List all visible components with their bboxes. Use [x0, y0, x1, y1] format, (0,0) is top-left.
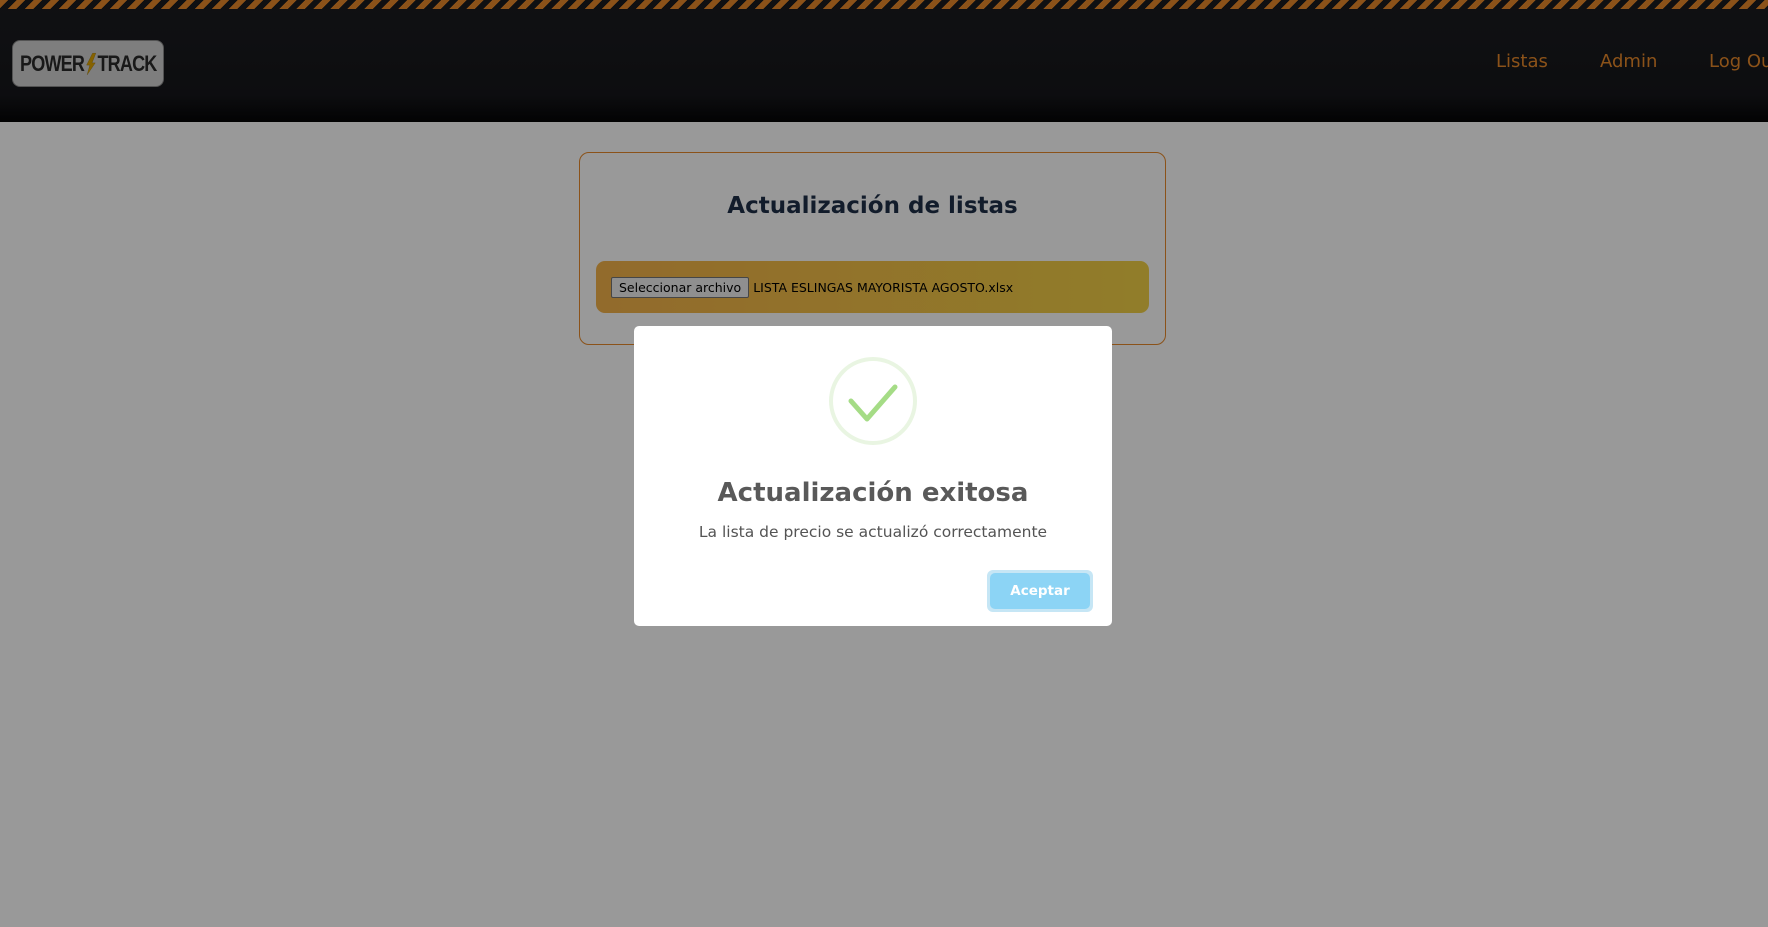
- dialog-message: La lista de precio se actualizó correcta…: [698, 523, 1048, 541]
- dialog-title: Actualización exitosa: [717, 478, 1029, 508]
- success-dialog: Actualización exitosa La lista de precio…: [634, 326, 1112, 626]
- success-check-icon: [829, 357, 917, 445]
- accept-button[interactable]: Aceptar: [990, 573, 1090, 609]
